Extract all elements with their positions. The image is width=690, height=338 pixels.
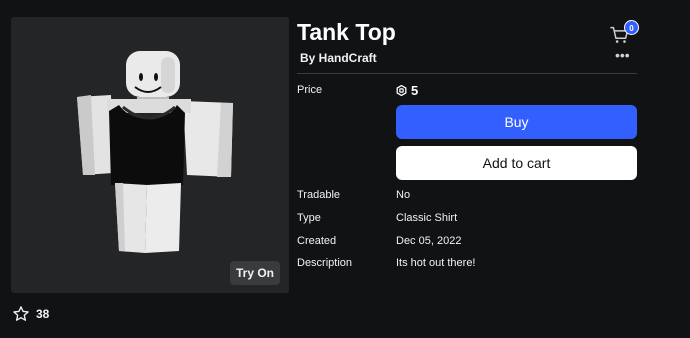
more-options-icon[interactable]: ••• xyxy=(615,48,630,62)
divider xyxy=(297,73,637,74)
price-amount: 5 xyxy=(411,83,419,98)
robux-icon xyxy=(396,85,407,96)
try-on-button[interactable]: Try On xyxy=(229,261,280,285)
tradable-value: No xyxy=(396,189,411,201)
cart-count-badge: 0 xyxy=(624,20,639,35)
favorite-count: 38 xyxy=(36,307,50,321)
buy-button[interactable]: Buy xyxy=(396,105,637,139)
description-value: Its hot out there! xyxy=(396,257,476,269)
created-value: Dec 05, 2022 xyxy=(396,235,462,247)
description-label: Description xyxy=(297,257,353,269)
item-title: Tank Top xyxy=(297,19,396,45)
add-to-cart-button[interactable]: Add to cart xyxy=(396,146,637,180)
type-value: Classic Shirt xyxy=(396,212,458,224)
item-preview: Try On xyxy=(11,17,289,293)
price-value: 5 xyxy=(396,83,418,98)
tradable-label: Tradable xyxy=(297,189,341,201)
creator-link[interactable]: By HandCraft xyxy=(300,51,377,65)
cart-button[interactable]: 0 xyxy=(610,20,640,46)
created-label: Created xyxy=(297,235,337,247)
favorite-button[interactable]: 38 xyxy=(12,305,49,323)
price-label: Price xyxy=(297,84,323,96)
star-outline-icon xyxy=(13,306,29,321)
type-label: Type xyxy=(297,212,321,224)
avatar-render xyxy=(77,51,233,253)
